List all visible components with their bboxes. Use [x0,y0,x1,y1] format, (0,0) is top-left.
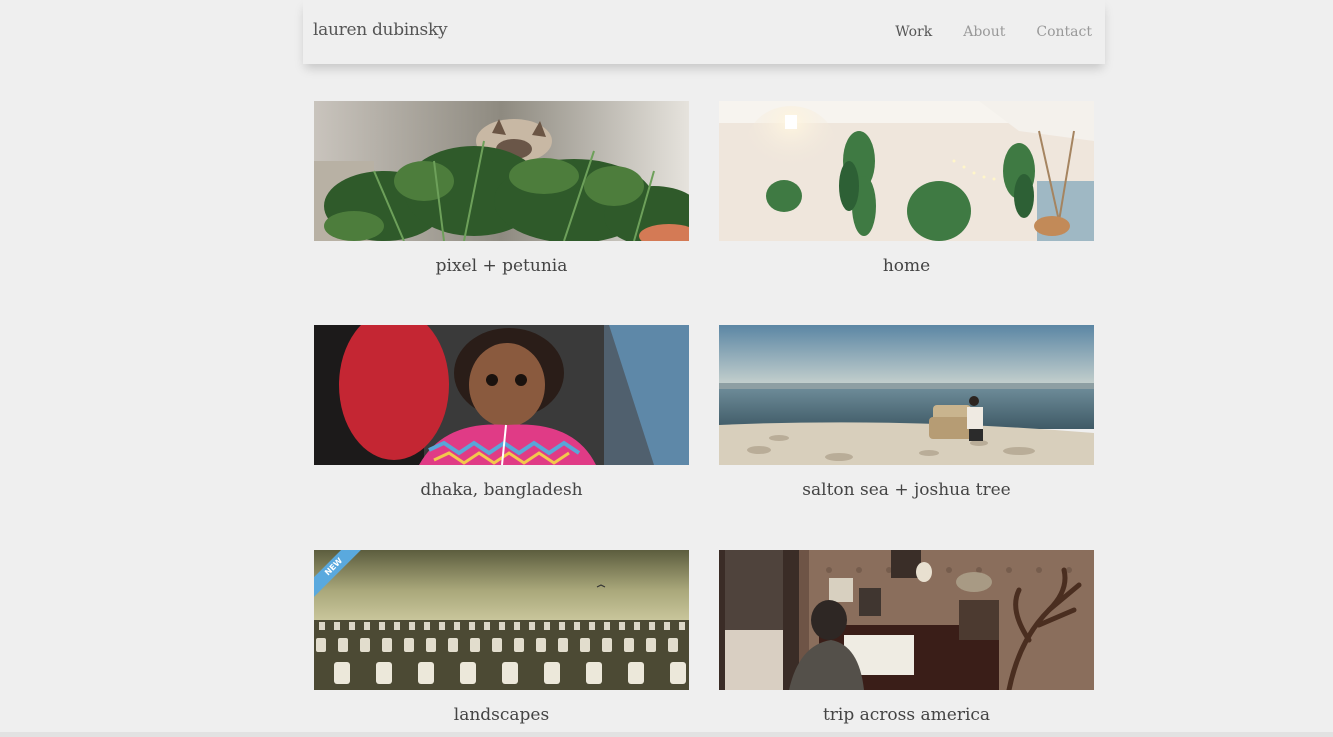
project-card-salton-sea-joshua-tree[interactable]: salton sea + joshua tree [719,325,1094,525]
site-logo[interactable]: lauren dubinsky [313,20,448,40]
hanging-plants-photo[interactable] [719,101,1094,241]
child-portrait-photo[interactable] [314,325,689,465]
nav-about[interactable]: About [963,24,1005,40]
piano-room-photo[interactable] [719,550,1094,690]
nav-contact[interactable]: Contact [1036,24,1092,40]
project-card-home[interactable]: home [719,101,1094,301]
beach-armchair-photo[interactable] [719,325,1094,465]
new-badge: NEW [314,550,362,598]
project-title[interactable]: landscapes [314,705,689,725]
project-title[interactable]: home [719,256,1094,276]
page-bottom-edge [0,732,1333,737]
project-title[interactable]: dhaka, bangladesh [314,480,689,500]
project-card-dhaka-bangladesh[interactable]: dhaka, bangladesh [314,325,689,525]
nav-work[interactable]: Work [895,24,932,40]
project-title[interactable]: trip across america [719,705,1094,725]
project-card-pixel-petunia[interactable]: pixel + petunia [314,101,689,301]
project-title[interactable]: salton sea + joshua tree [719,480,1094,500]
cemetery-photo[interactable] [314,550,689,690]
fern-plants-photo[interactable] [314,101,689,241]
project-card-landscapes[interactable]: NEW landscapes [314,550,689,737]
project-title[interactable]: pixel + petunia [314,256,689,276]
project-card-trip-across-america[interactable]: trip across america [719,550,1094,737]
new-badge-label: NEW [314,550,362,598]
main-nav: Work About Contact [895,24,1092,40]
site-header: lauren dubinsky Work About Contact [303,0,1105,64]
